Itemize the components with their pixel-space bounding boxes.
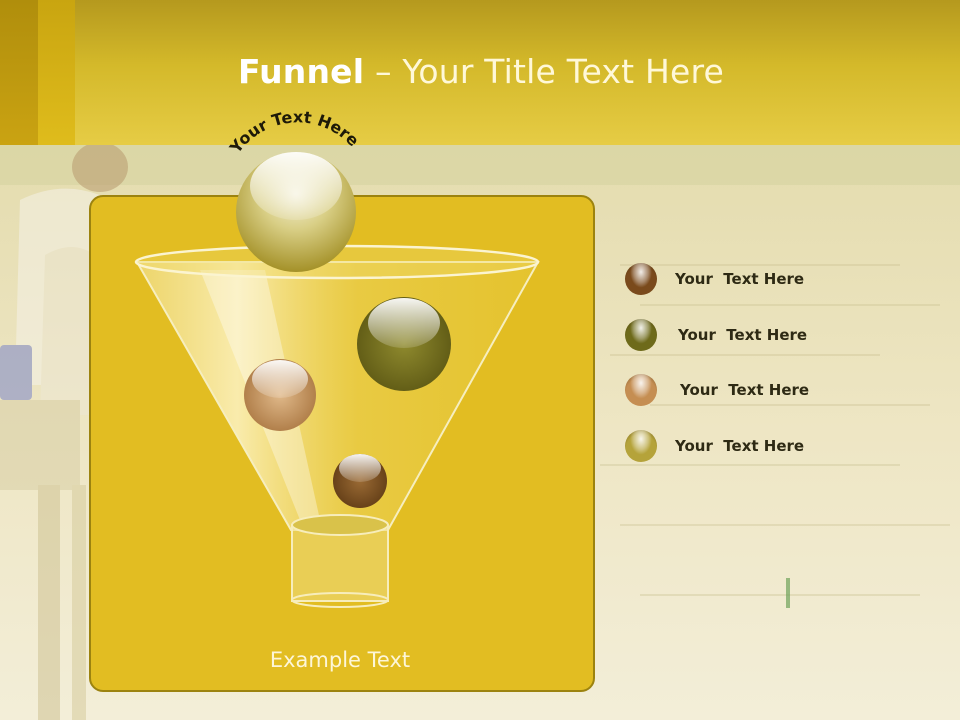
panel-label[interactable]: Example Text bbox=[89, 648, 591, 672]
legend-item[interactable]: Your Text Here bbox=[625, 263, 804, 295]
legend-label: Your Text Here bbox=[680, 381, 810, 399]
brown-ball bbox=[333, 454, 387, 508]
legend-item[interactable]: Your Text Here bbox=[625, 374, 809, 406]
slide: Funnel – Your Title Text Here Your Text … bbox=[0, 0, 960, 720]
olive-ball bbox=[357, 297, 451, 391]
funnel-cylinder bbox=[291, 524, 389, 602]
legend-ball-icon bbox=[625, 430, 657, 462]
tan-ball bbox=[244, 359, 316, 431]
legend-label: Your Text Here bbox=[675, 437, 805, 455]
arc-text: Your Text Here bbox=[225, 107, 363, 157]
legend-item[interactable]: Your Text Here bbox=[625, 319, 807, 351]
legend-ball-icon bbox=[625, 263, 657, 295]
legend-label: Your Text Here bbox=[678, 326, 808, 344]
legend-ball-icon bbox=[625, 374, 657, 406]
funnel-graphic: Your Text Here bbox=[134, 107, 540, 608]
legend-label: Your Text Here bbox=[675, 270, 805, 288]
legend-item[interactable]: Your Text Here bbox=[625, 430, 804, 462]
legend-ball-icon bbox=[625, 319, 657, 351]
top-ball bbox=[236, 152, 356, 272]
